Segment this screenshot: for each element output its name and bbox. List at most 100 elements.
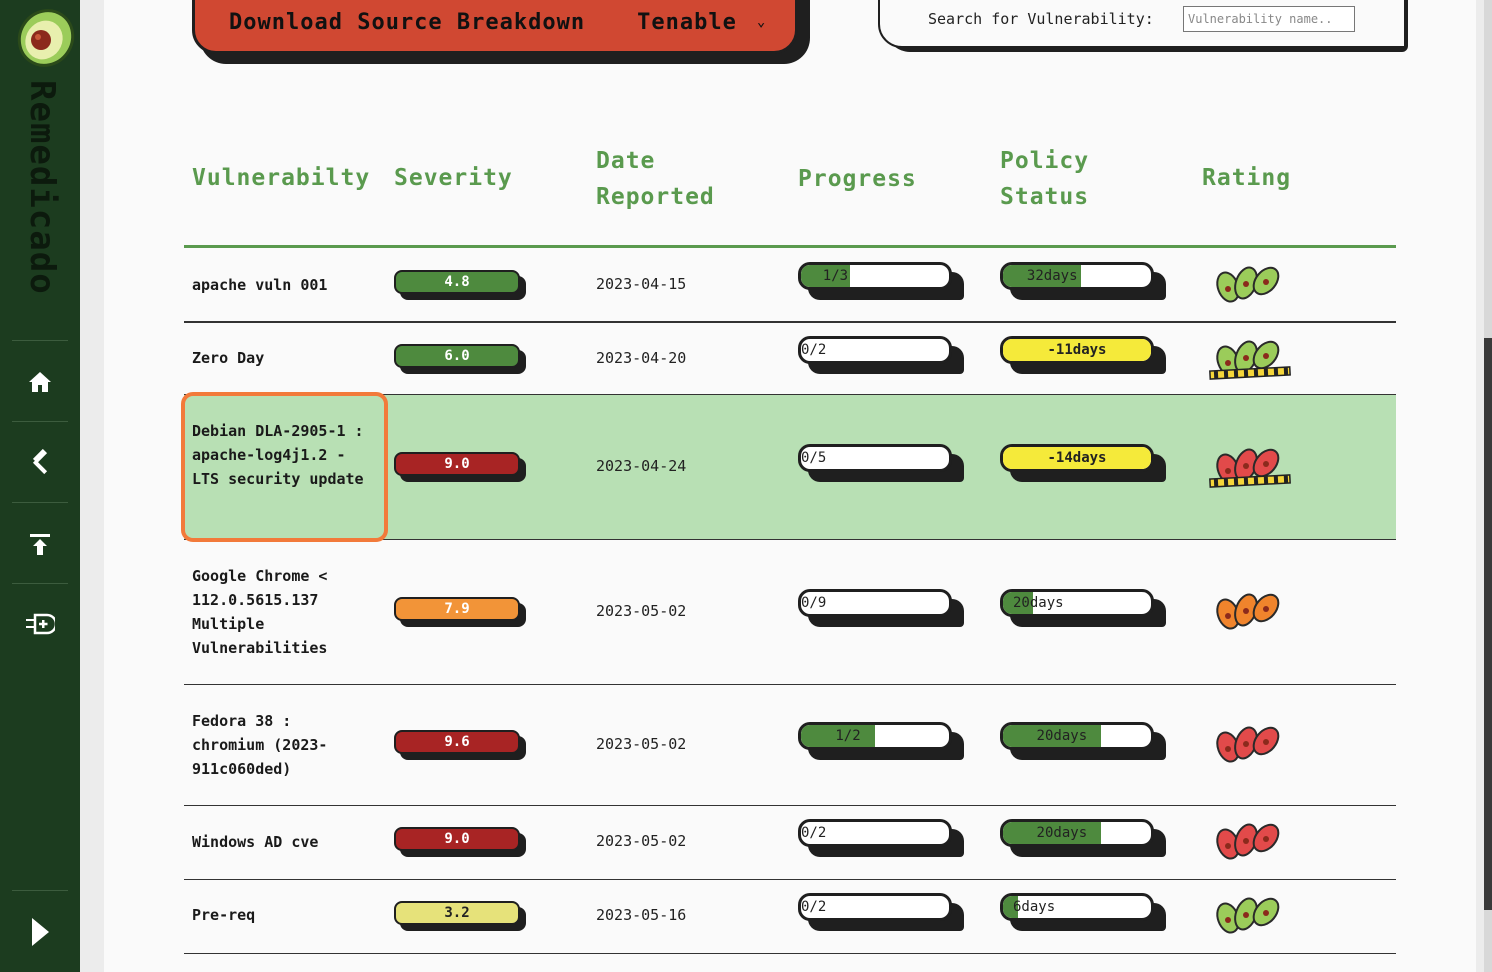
avocado-rating-icon (1208, 888, 1292, 940)
sidebar-item-upload[interactable] (24, 528, 56, 560)
header-date-line1[interactable]: Date (596, 143, 655, 179)
home-icon (29, 372, 51, 392)
row-divider (184, 805, 1396, 806)
severity-badge: 9.6 (394, 729, 526, 760)
progress-bar: 0/2 (798, 819, 964, 857)
avocado-rating-icon (1208, 584, 1292, 636)
policy-status-bar: 6days (1000, 893, 1166, 931)
sidebar-expand-button[interactable] (24, 916, 56, 948)
severity-badge: 9.0 (394, 827, 526, 857)
avocado-rating-icon (1208, 439, 1292, 491)
header-date-line2[interactable]: Reported (596, 179, 715, 215)
progress-value: 0/2 (801, 899, 827, 915)
avocado-rating-icon (1208, 331, 1292, 383)
play-icon (32, 918, 49, 946)
vulnerability-name[interactable]: Google Chrome < 112.0.5615.137 Multiple … (192, 564, 372, 660)
progress-value: 1/2 (835, 727, 861, 744)
policy-status-value: 6days (1013, 899, 1056, 915)
policy-status-track: 20days (1000, 721, 1154, 750)
sidebar-item-home[interactable] (24, 366, 56, 398)
brand-name: Remedicado (22, 80, 62, 295)
policy-status-value: -11days (1047, 341, 1107, 358)
sidebar-divider (12, 583, 68, 584)
progress-bar-track: 1/2 (798, 721, 952, 750)
header-vulnerability[interactable]: Vulnerabilty (192, 160, 370, 196)
policy-status-value: 20days (1036, 825, 1088, 841)
search-input[interactable] (1183, 6, 1355, 32)
severity-badge: 7.9 (394, 596, 526, 627)
vulnerability-name[interactable]: apache vuln 001 (192, 273, 372, 297)
date-reported: 2023-05-02 (596, 601, 687, 620)
sidebar-item-tools[interactable] (24, 446, 56, 478)
header-policy-line2[interactable]: Status (1000, 179, 1089, 215)
progress-bar: 0/2 (798, 335, 964, 374)
vulnerability-name[interactable]: Windows AD cve (192, 830, 372, 854)
vulnerability-name[interactable]: Zero Day (192, 346, 372, 370)
policy-status-bar: 20days (1000, 721, 1166, 760)
header-rating[interactable]: Rating (1202, 160, 1291, 196)
severity-value: 9.0 (394, 452, 520, 476)
date-reported: 2023-04-24 (596, 457, 687, 475)
severity-value: 9.0 (394, 827, 520, 851)
policy-status-bar: 20days (1000, 819, 1166, 857)
policy-status-track: -11days (1000, 335, 1154, 364)
row-divider (184, 953, 1396, 954)
avocado-rating-icon (1208, 257, 1292, 309)
policy-status-bar: 32days (1000, 262, 1166, 300)
avocado-rating-icon (1208, 814, 1292, 866)
policy-status-value: -14days (1047, 450, 1107, 466)
sidebar-divider (12, 340, 68, 341)
progress-bar-track: 0/2 (798, 819, 952, 847)
download-source-breakdown-button[interactable]: Download Source Breakdown Tenable ⌄ (192, 0, 798, 54)
policy-status-track: 20days (1000, 588, 1154, 617)
policy-status-value: 32days (1026, 268, 1078, 284)
scrollbar-thumb[interactable] (1484, 338, 1492, 910)
progress-bar: 0/2 (798, 893, 964, 931)
header-policy-line1[interactable]: Policy (1000, 143, 1089, 179)
avocado-rating-icon (1208, 717, 1292, 769)
progress-value: 1/3 (822, 268, 849, 284)
date-reported: 2023-04-15 (596, 275, 687, 293)
progress-bar-track: 0/2 (798, 893, 952, 921)
hammer-icon (32, 449, 48, 475)
policy-status-bar: -14days (1000, 444, 1166, 482)
policy-status-bar: 20days (1000, 588, 1166, 627)
download-label: Download Source Breakdown (229, 9, 586, 35)
policy-status-track: -14days (1000, 444, 1154, 472)
severity-badge: 6.0 (394, 343, 526, 374)
add-ticket-icon (26, 613, 55, 635)
policy-status-track: 32days (1000, 262, 1154, 290)
row-divider (184, 322, 1396, 323)
header-progress[interactable]: Progress (798, 161, 917, 197)
header-divider (184, 245, 1396, 248)
row-divider (184, 321, 1396, 322)
upload-icon (30, 534, 50, 555)
sidebar-divider (12, 502, 68, 503)
severity-value: 3.2 (394, 901, 520, 925)
sidebar-divider (12, 890, 68, 891)
progress-bar: 0/9 (798, 588, 964, 627)
severity-value: 7.9 (394, 596, 520, 621)
vulnerability-name[interactable]: Fedora 38 : chromium (2023-911c060ded) (192, 709, 372, 781)
chevron-down-icon[interactable]: ⌄ (757, 14, 765, 30)
policy-status-bar: -11days (1000, 335, 1166, 374)
severity-badge: 9.0 (394, 452, 526, 482)
progress-bar-track: 0/2 (798, 335, 952, 364)
sidebar-item-add[interactable] (24, 608, 56, 640)
progress-value: 0/2 (801, 341, 827, 358)
progress-bar-track: 0/9 (798, 588, 952, 617)
header-severity[interactable]: Severity (394, 160, 513, 196)
progress-bar-track: 0/5 (798, 444, 952, 472)
date-reported: 2023-05-02 (596, 832, 687, 850)
progress-bar: 1/3 (798, 262, 964, 300)
progress-bar: 0/5 (798, 444, 964, 482)
policy-status-value: 20days (1036, 727, 1088, 744)
progress-bar: 1/2 (798, 721, 964, 760)
search-label: Search for Vulnerability: (928, 10, 1154, 28)
severity-badge: 3.2 (394, 901, 526, 931)
severity-value: 4.8 (394, 270, 520, 294)
vulnerability-name[interactable]: Pre-req (192, 903, 372, 927)
source-select-value[interactable]: Tenable (637, 10, 737, 35)
progress-value: 0/5 (801, 450, 827, 466)
date-reported: 2023-05-16 (596, 906, 687, 924)
